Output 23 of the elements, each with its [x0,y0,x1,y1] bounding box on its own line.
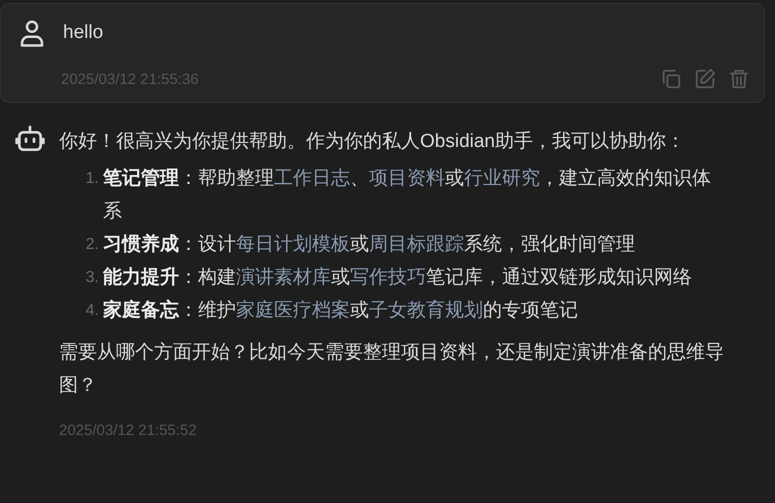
note-link[interactable]: 每日计划模板 [236,234,350,255]
delete-icon[interactable] [728,68,750,90]
note-link[interactable]: 行业研究 [464,168,540,189]
note-link[interactable]: 子女教育规划 [369,300,483,321]
copy-icon[interactable] [660,68,682,90]
note-link[interactable]: 工作日志 [274,168,350,189]
list-number: 4. [84,301,99,321]
list-item-text: 习惯养成：设计每日计划模板或周目标跟踪系统，强化时间管理 [103,232,636,257]
note-link[interactable]: 演讲素材库 [236,267,331,288]
note-link[interactable]: 写作技巧 [350,267,426,288]
list-item-text: 家庭备忘：维护家庭医疗档案或子女教育规划的专项笔记 [103,298,579,323]
list-number: 3. [84,268,99,288]
message-text: 你好！很高兴为你提供帮助。作为你的私人Obsidian助手，我可以协助你： [59,130,686,154]
list-number: 2. [84,235,99,255]
list-number: 1. [84,169,99,189]
note-link[interactable]: 家庭医疗档案 [236,300,350,321]
note-link[interactable]: 项目资料 [369,168,445,189]
list-item-text: 能力提升：构建演讲素材库或写作技巧笔记库，通过双链形成知识网络 [103,266,693,290]
list-item-text: 笔记管理：帮助整理工作日志、项目资料或行业研究，建立高效的知识体系 [103,167,712,224]
message-text: hello [63,22,104,44]
message-text: 需要从哪个方面开始？比如今天需要整理项目资料，还是制定演讲准备的思维导图？ [59,341,724,398]
edit-icon[interactable] [694,68,716,90]
note-link[interactable]: 周目标跟踪 [369,234,464,255]
